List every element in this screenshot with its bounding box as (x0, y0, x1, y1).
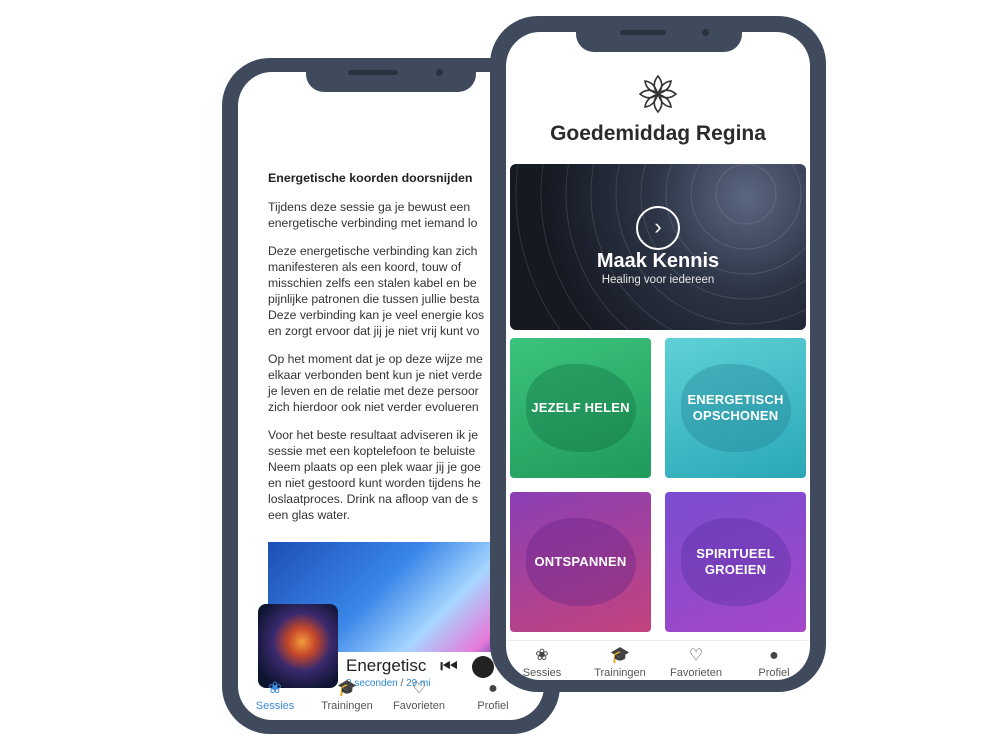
nav-label: Favorieten (670, 667, 722, 679)
phone-camera (702, 29, 709, 36)
article-line: zich hierdoor ook niet verder evolueren (268, 400, 479, 414)
home-screen: Goedemiddag Regina › Maak Kennis Healing… (506, 32, 810, 680)
article-line: en niet gestoord kunt worden tijdens he (268, 476, 481, 490)
article-line: Voor het beste resultaat adviseren ik je (268, 428, 479, 442)
article-line: energetische verbinding met iemand lo (268, 216, 478, 230)
tile-label: JEZELF HELEN (531, 400, 630, 415)
article-line: pijnlijke patronen die tussen jullie bes… (268, 292, 480, 306)
nav-label: Sessies (522, 667, 562, 679)
article-line: Deze energetische verbinding kan zich (268, 244, 478, 258)
category-tile-jezelf-helen[interactable]: JEZELF HELEN (510, 338, 651, 478)
article-line: sessie met een koptelefoon te beluiste (268, 444, 476, 458)
article-line: je leven en de relatie met deze persoor (268, 384, 479, 398)
nav-label: Trainingen (594, 667, 646, 679)
article-line: elkaar verbonden bent kun je niet verde (268, 368, 483, 382)
article: Energetische koorden doorsnijden Tijdens… (268, 170, 513, 535)
tile-label: SPIRITUEEL GROEIEN (665, 546, 806, 578)
person-icon: ● (769, 647, 779, 664)
chevron-right-icon[interactable]: › (636, 206, 680, 250)
greeting-title: Goedemiddag Regina (550, 122, 766, 145)
category-tile-ontspannen[interactable]: ONTSPANNEN (510, 492, 651, 632)
category-tile-energetisch-opschonen[interactable]: ENERGETISCH OPSCHONEN (665, 338, 806, 478)
article-line: Op het moment dat je op deze wijze me (268, 352, 483, 366)
nav-label: Sessies (255, 700, 295, 712)
article-line: manifesteren als een koord, touw of (268, 260, 462, 274)
article-paragraph-4: Voor het beste resultaat adviseren ik je… (268, 427, 513, 523)
tile-label-line: GROEIEN (704, 562, 767, 577)
graduation-cap-icon: 🎓 (337, 680, 357, 697)
phone-camera (436, 69, 443, 76)
nav-label: Profiel (758, 667, 790, 679)
tile-label: ONTSPANNEN (534, 554, 627, 569)
article-line: Neem plaats op een plek waar jij je goe (268, 460, 481, 474)
article-line: en zorgt ervoor dat jij je niet vrij kun… (268, 324, 480, 338)
mini-player-title: Energetisc (346, 656, 427, 675)
category-tile-spiritueel-groeien[interactable]: SPIRITUEEL GROEIEN (665, 492, 806, 632)
flower-icon: ❀ (268, 680, 282, 697)
bottom-nav: ❀ Sessies 🎓 Trainingen ♡ Favorieten ● Pr… (506, 640, 810, 680)
nav-label: Favorieten (393, 700, 445, 712)
nav-item-sessies[interactable]: ❀ Sessies (240, 680, 310, 712)
phone-speaker (348, 70, 398, 75)
heart-icon: ♡ (688, 647, 704, 664)
nav-item-trainingen[interactable]: 🎓 Trainingen (312, 680, 382, 712)
tile-label-line: SPIRITUEEL (696, 546, 775, 561)
flower-icon: ❀ (535, 647, 549, 664)
nav-label: Trainingen (321, 700, 373, 712)
graduation-cap-icon: 🎓 (610, 647, 630, 664)
article-paragraph-1: Tijdens deze sessie ga je bewust een ene… (268, 199, 513, 231)
bottom-nav: ❀ Sessies 🎓 Trainingen ♡ Favorieten ● Pr… (238, 674, 544, 720)
nav-item-trainingen[interactable]: 🎓 Trainingen (582, 647, 658, 679)
phone-speaker (620, 30, 666, 35)
nav-item-profiel[interactable]: ● Profiel (736, 647, 810, 679)
tile-label-line: OPSCHONEN (692, 408, 779, 423)
phone-front: Goedemiddag Regina › Maak Kennis Healing… (490, 16, 826, 692)
phone-notch (306, 58, 476, 92)
article-line: een glas water. (268, 508, 350, 522)
nav-item-favorieten[interactable]: ♡ Favorieten (384, 680, 454, 712)
nav-item-sessies[interactable]: ❀ Sessies (506, 647, 580, 679)
nav-item-favorieten[interactable]: ♡ Favorieten (658, 647, 734, 679)
article-line: misschien zelfs een stalen kabel en be (268, 276, 477, 290)
article-line: Deze verbinding kan je veel energie kos (268, 308, 485, 322)
article-paragraph-3: Op het moment dat je op deze wijze me el… (268, 351, 513, 415)
flower-logo-icon (638, 74, 678, 114)
article-line: Tijdens deze sessie ga je bewust een (268, 200, 471, 214)
article-paragraph-2: Deze energetische verbinding kan zich ma… (268, 243, 513, 339)
hero-title: Maak Kennis (596, 250, 720, 272)
heart-icon: ♡ (411, 680, 427, 697)
hero-card[interactable]: › Maak Kennis Healing voor iedereen (510, 164, 806, 330)
article-line: loslaatproces. Drink na afloop van de s (268, 492, 479, 506)
tile-label-line: ENERGETISCH (687, 392, 784, 407)
article-title: Energetische koorden doorsnijden (268, 171, 473, 185)
tile-label: ENERGETISCH OPSCHONEN (665, 392, 806, 424)
nav-label: Profiel (477, 700, 509, 712)
hero-subtitle: Healing voor iedereen (601, 274, 715, 286)
